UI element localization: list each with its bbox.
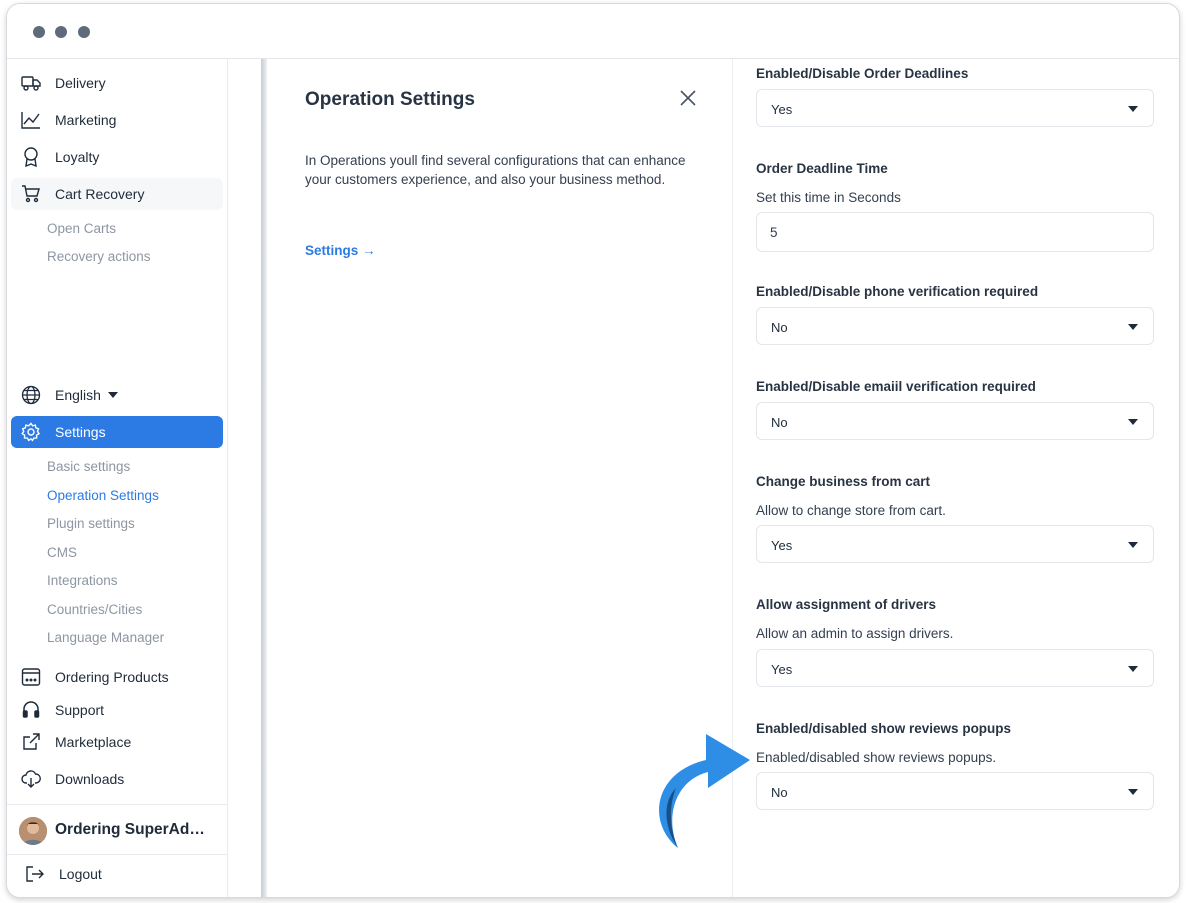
caret-down-icon xyxy=(1128,789,1138,795)
field-desc-reviews-popups: Enabled/disabled show reviews popups. xyxy=(756,750,997,765)
sidebar-item-marketing[interactable]: Marketing xyxy=(11,104,223,136)
sidebar-item-label: Delivery xyxy=(55,75,106,91)
select-value: No xyxy=(771,415,788,430)
sidebar-subitem-countries-cities[interactable]: Countries/Cities xyxy=(47,602,142,617)
sidebar-divider xyxy=(7,854,227,855)
app-window: Delivery Marketing Loyalty Cart Recovery… xyxy=(6,3,1180,898)
field-title-assign-drivers: Allow assignment of drivers xyxy=(756,597,937,612)
caret-down-icon xyxy=(1128,324,1138,330)
change-business-select[interactable]: Yes xyxy=(756,525,1154,563)
field-title-order-deadlines: Enabled/Disable Order Deadlines xyxy=(756,66,969,81)
sidebar-item-label: Settings xyxy=(55,424,106,440)
award-icon xyxy=(21,147,41,167)
caret-down-icon xyxy=(1128,666,1138,672)
caret-down-icon xyxy=(1128,106,1138,112)
content-gutter xyxy=(228,59,262,897)
sidebar-item-label: Marketing xyxy=(55,112,117,128)
language-selector[interactable]: English xyxy=(11,379,223,411)
sidebar-item-cart-recovery[interactable]: Cart Recovery xyxy=(11,178,223,210)
phone-verification-select[interactable]: No xyxy=(756,307,1154,345)
settings-link[interactable]: Settings → xyxy=(305,243,376,258)
field-title-phone-verification: Enabled/Disable phone verification requi… xyxy=(756,284,1039,299)
settings-form: Enabled/Disable Order Deadlines Yes Orde… xyxy=(733,59,1179,897)
sidebar-divider xyxy=(7,804,227,805)
select-value: Yes xyxy=(771,662,793,677)
sidebar-item-label: Ordering Products xyxy=(55,669,169,685)
sidebar-item-downloads[interactable]: Downloads xyxy=(11,763,223,795)
email-verification-select[interactable]: No xyxy=(756,402,1154,440)
sidebar-item-label: Support xyxy=(55,702,105,718)
external-link-icon xyxy=(21,732,41,752)
logout-button[interactable]: Logout xyxy=(11,858,223,890)
sidebar-item-label: Downloads xyxy=(55,771,125,787)
globe-icon xyxy=(21,385,41,405)
sidebar-item-label: Logout xyxy=(59,866,102,882)
field-desc-order-deadline-time: Set this time in Seconds xyxy=(756,190,901,205)
page-title: Operation Settings xyxy=(305,89,475,110)
field-title-reviews-popups: Enabled/disabled show reviews popups xyxy=(756,721,1012,736)
field-title-change-business: Change business from cart xyxy=(756,474,931,489)
field-title-email-verification: Enabled/Disable emaiil verification requ… xyxy=(756,379,1036,394)
sidebar-subitem-plugin-settings[interactable]: Plugin settings xyxy=(47,516,135,531)
sidebar-item-ordering-products[interactable]: Ordering Products xyxy=(11,661,223,693)
select-value: No xyxy=(771,320,788,335)
window-dot-3 xyxy=(78,26,90,38)
title-bar xyxy=(7,4,1179,59)
user-name[interactable]: Ordering SuperAd… xyxy=(55,821,205,839)
sidebar-item-label: Marketplace xyxy=(55,734,132,750)
field-title-order-deadline-time: Order Deadline Time xyxy=(756,161,888,176)
caret-down-icon xyxy=(1128,542,1138,548)
close-icon xyxy=(680,90,696,106)
select-value: Yes xyxy=(771,102,793,117)
sidebar-item-support[interactable]: Support xyxy=(11,694,223,726)
sidebar-item-settings[interactable]: Settings xyxy=(11,416,223,448)
order-deadlines-select[interactable]: Yes xyxy=(756,89,1154,127)
callout-arrow-icon xyxy=(659,734,750,848)
sidebar-item-delivery[interactable]: Delivery xyxy=(11,67,223,99)
sidebar-subitem-open-carts[interactable]: Open Carts xyxy=(47,221,116,236)
caret-down-icon xyxy=(1128,419,1138,425)
storefront-icon xyxy=(21,667,41,687)
reviews-popups-select[interactable]: No xyxy=(756,772,1154,810)
order-deadline-time-input[interactable]: 5 xyxy=(756,212,1154,252)
field-desc-change-business: Allow to change store from cart. xyxy=(756,503,946,518)
field-desc-assign-drivers: Allow an admin to assign drivers. xyxy=(756,626,954,641)
sidebar-item-label: Cart Recovery xyxy=(55,186,145,202)
close-button[interactable] xyxy=(679,89,699,109)
sidebar-item-marketplace[interactable]: Marketplace xyxy=(11,726,223,758)
chart-line-icon xyxy=(21,110,41,130)
sidebar-subitem-recovery-actions[interactable]: Recovery actions xyxy=(47,249,151,264)
page-description: In Operations youll find several configu… xyxy=(305,153,686,187)
sidebar: Delivery Marketing Loyalty Cart Recovery… xyxy=(7,59,228,897)
select-value: No xyxy=(771,785,788,800)
cart-icon xyxy=(21,184,41,204)
avatar[interactable] xyxy=(19,817,47,845)
logout-icon xyxy=(25,864,45,884)
truck-icon xyxy=(21,73,41,93)
caret-down-icon xyxy=(107,392,118,398)
select-value: Yes xyxy=(771,538,793,553)
headset-icon xyxy=(21,700,41,720)
sidebar-subitem-basic-settings[interactable]: Basic settings xyxy=(47,459,130,474)
sidebar-subitem-cms[interactable]: CMS xyxy=(47,545,77,560)
window-dot-2 xyxy=(55,26,67,38)
language-label: English xyxy=(55,387,101,403)
sidebar-subitem-integrations[interactable]: Integrations xyxy=(47,573,118,588)
gear-icon xyxy=(21,422,41,442)
assign-drivers-select[interactable]: Yes xyxy=(756,649,1154,687)
cloud-download-icon xyxy=(21,769,41,789)
window-dot-1 xyxy=(33,26,45,38)
input-value: 5 xyxy=(770,225,778,240)
sidebar-subitem-operation-settings[interactable]: Operation Settings xyxy=(47,488,159,503)
sidebar-subitem-language-manager[interactable]: Language Manager xyxy=(47,630,164,645)
sidebar-item-loyalty[interactable]: Loyalty xyxy=(11,141,223,173)
sidebar-item-label: Loyalty xyxy=(55,149,100,165)
